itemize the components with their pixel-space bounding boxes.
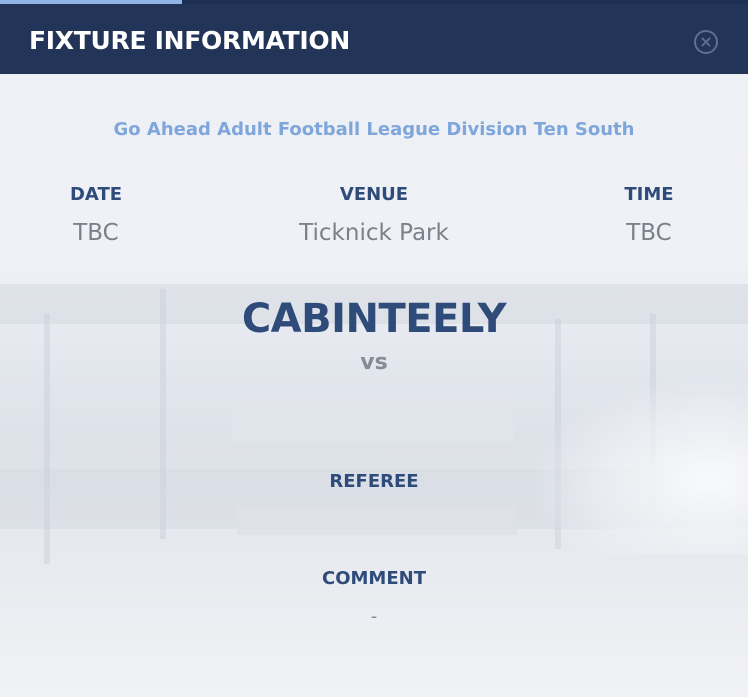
venue-column: VENUE Ticknick Park — [234, 184, 514, 246]
date-label: DATE — [69, 184, 123, 205]
modal-title: FIXTURE INFORMATION — [29, 26, 350, 55]
home-team-name: CABINTEELY — [241, 296, 507, 342]
comment-value: - — [370, 606, 378, 627]
referee-label: REFEREE — [329, 471, 419, 492]
venue-label: VENUE — [339, 184, 409, 205]
fixture-content: Go Ahead Adult Football League Division … — [0, 74, 748, 697]
date-column: DATE TBC — [46, 184, 146, 246]
venue-value: Ticknick Park — [299, 220, 449, 246]
time-column: TIME TBC — [599, 184, 699, 246]
background-stadium-highlight — [528, 374, 748, 554]
referee-value — [237, 507, 517, 535]
date-value: TBC — [73, 220, 119, 246]
close-icon[interactable]: × — [694, 30, 718, 54]
modal-header: FIXTURE INFORMATION × — [0, 4, 748, 74]
time-value: TBC — [626, 220, 672, 246]
vs-label: vs — [360, 350, 388, 375]
comment-label: COMMENT — [322, 568, 426, 589]
time-label: TIME — [624, 184, 674, 205]
away-team-name — [232, 393, 514, 443]
league-name: Go Ahead Adult Football League Division … — [113, 119, 635, 140]
